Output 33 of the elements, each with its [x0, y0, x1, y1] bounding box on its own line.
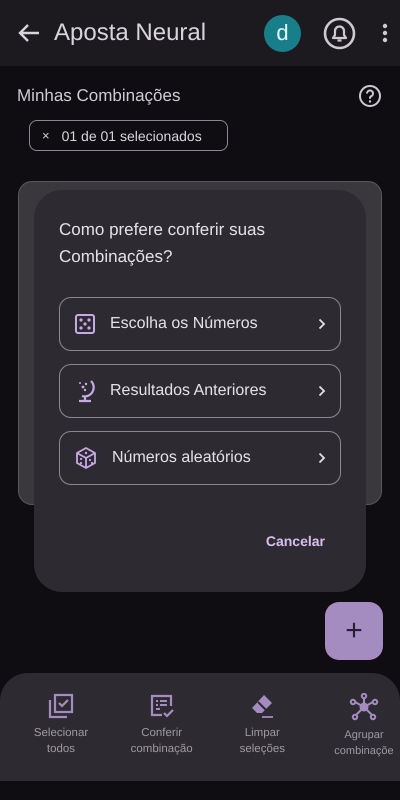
back-button[interactable]: [18, 23, 40, 43]
eraser-icon: [249, 693, 276, 719]
network-icon: [348, 693, 379, 721]
action-button[interactable]: Conferir combinação: [128, 693, 195, 781]
checklist-icon: [148, 693, 175, 719]
dice-icon: [74, 446, 98, 470]
select-all-icon: [48, 693, 74, 719]
user-avatar[interactable]: d: [264, 14, 301, 52]
action-button[interactable]: Agrupar combinaçõe: [330, 693, 398, 781]
option-button[interactable]: Resultados Anteriores: [59, 364, 341, 418]
add-button[interactable]: +: [325, 602, 383, 660]
clear-selection-button[interactable]: ×: [42, 128, 50, 143]
dice-icon: [74, 313, 96, 335]
chevron-icon: [318, 452, 326, 464]
more-icon: [382, 23, 388, 43]
back-arrow-icon: [18, 23, 40, 43]
dialog-title: Como prefere conferir suas Combinações?: [59, 219, 266, 268]
selection-chip[interactable]: × 01 de 01 selecionados: [29, 120, 228, 151]
more-button[interactable]: [382, 23, 388, 43]
help-button[interactable]: [358, 84, 382, 108]
action-button[interactable]: Limpar seleções: [229, 693, 296, 781]
notifications-button[interactable]: [323, 16, 356, 50]
app-title: Aposta Neural: [54, 19, 208, 47]
section-title: Minhas Combinações: [17, 86, 180, 106]
chip-label: 01 de 01 selecionados: [62, 128, 202, 144]
option-button[interactable]: Números aleatórios: [59, 431, 341, 485]
action-button[interactable]: Selecionar todos: [28, 693, 94, 781]
bell-icon: [323, 16, 356, 50]
help-icon: [358, 84, 382, 108]
cancel-button[interactable]: Cancelar: [262, 529, 329, 553]
chevron-icon: [318, 385, 326, 397]
option-button[interactable]: Escolha os Números: [59, 297, 341, 351]
chevron-icon: [318, 318, 326, 330]
